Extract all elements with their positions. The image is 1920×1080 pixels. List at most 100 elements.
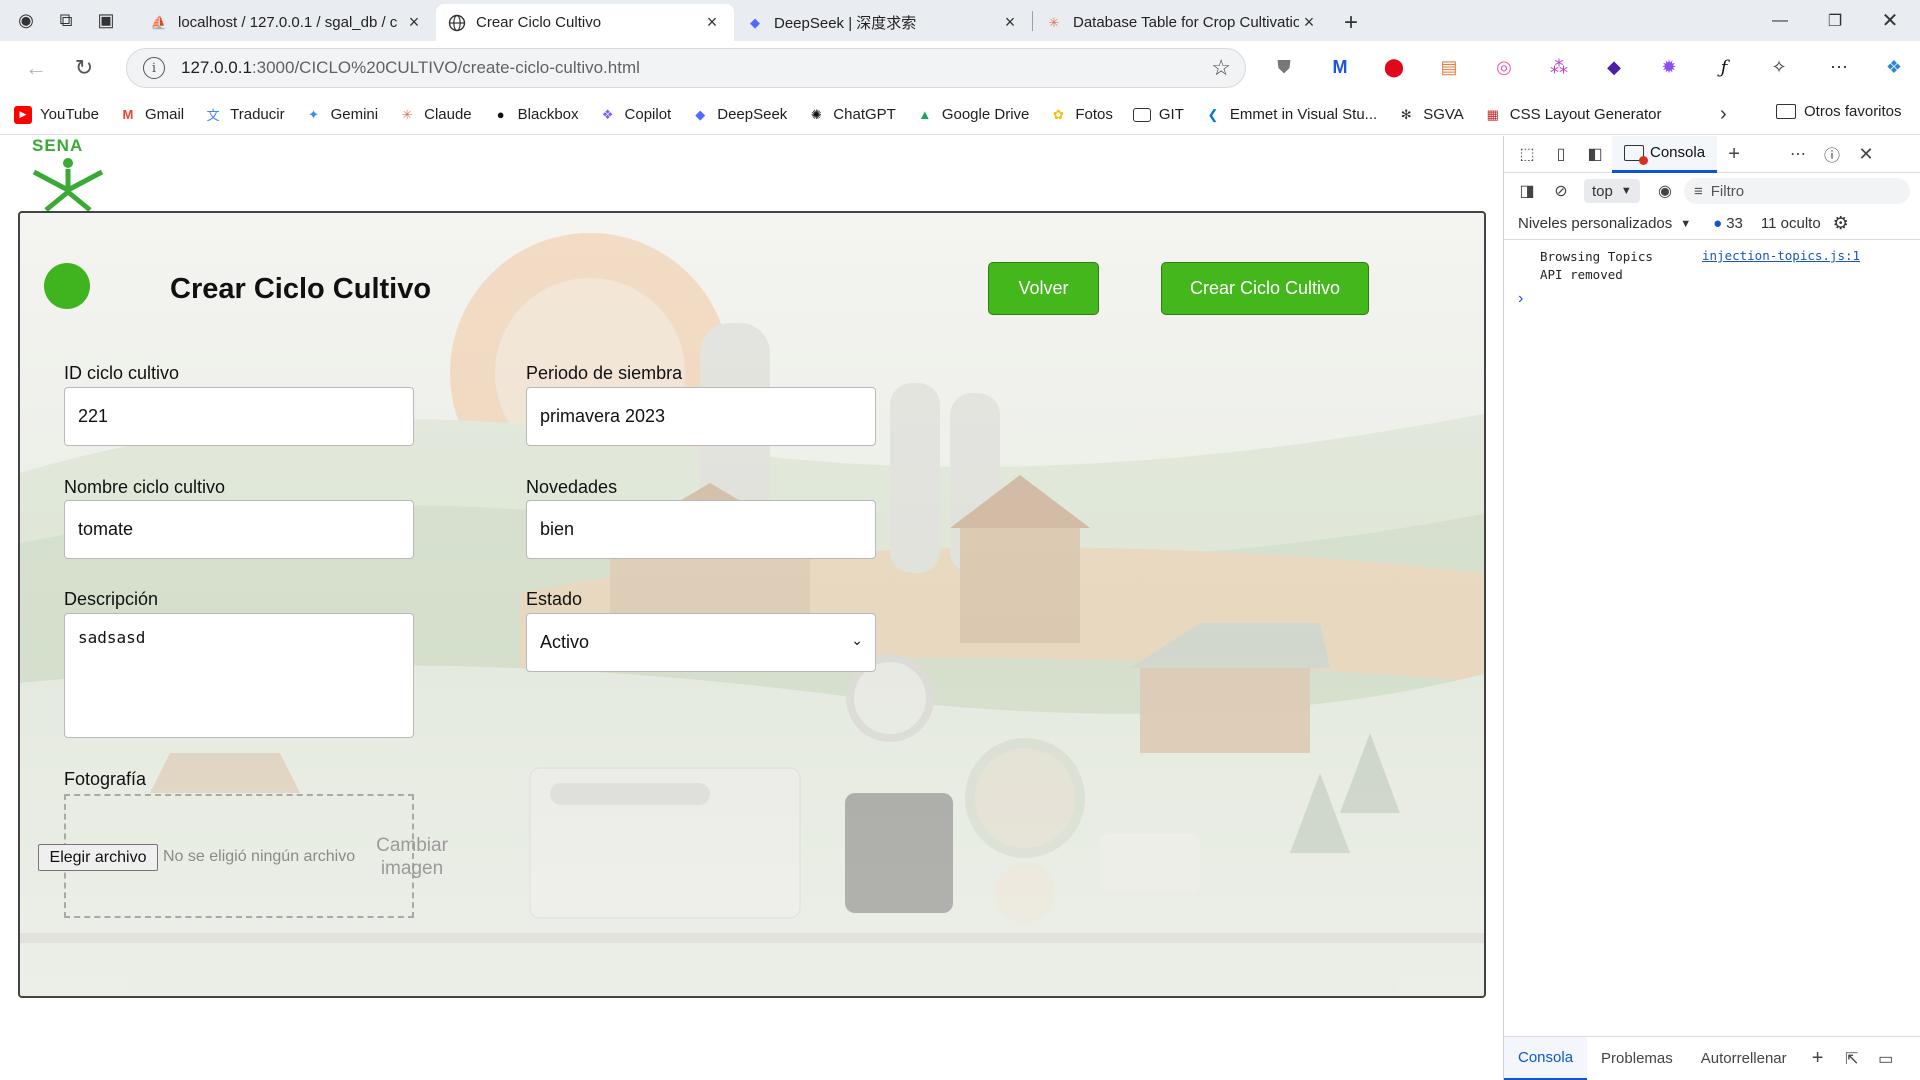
close-window-button[interactable]: ✕ [1860,0,1920,41]
bookmark-google-drive[interactable]: ▲ Google Drive [916,106,1029,124]
extensions-puzzle-icon[interactable]: ✧ [1765,53,1793,81]
bookmark-traducir[interactable]: 文 Traducir [204,106,285,124]
console-prompt-icon[interactable]: › [1518,290,1523,308]
help-icon[interactable]: ⓘ [1815,139,1849,169]
filter-input[interactable]: ≡ Filtro [1684,178,1910,204]
gear-extension-icon[interactable]: ✹ [1655,53,1683,81]
context-select[interactable]: top ▼ [1584,179,1640,203]
more-menu-icon[interactable]: ⋯ [1825,53,1853,81]
create-button[interactable]: Crear Ciclo Cultivo [1161,262,1369,315]
bookmark-copilot[interactable]: ❖ Copilot [599,106,672,124]
tab-title: Crear Ciclo Cultivo [476,14,602,31]
descripcion-textarea[interactable]: sadsasd [64,613,414,738]
device-emulation-icon[interactable]: ▯ [1544,139,1578,169]
filter-icon: ≡ [1694,182,1703,200]
close-icon[interactable]: ✕ [1849,139,1883,169]
periodo-input[interactable]: primavera 2023 [526,387,876,446]
dock-drawer-icon[interactable]: ⇱ [1835,1044,1869,1074]
workspaces-icon[interactable]: ⧉ [46,0,86,41]
minimize-button[interactable]: — [1750,0,1810,41]
clear-console-icon[interactable]: ⊘ [1544,176,1578,206]
meta-extension-icon[interactable]: M [1326,53,1354,81]
add-tool-icon[interactable]: + [1801,1044,1835,1074]
color-extension-icon[interactable]: ◎ [1490,53,1518,81]
bookmark-css-layout[interactable]: ▦ CSS Layout Generator [1484,106,1662,124]
bookmark-emmet[interactable]: ❮ Emmet in Visual Stu... [1204,106,1377,124]
copilot-icon[interactable]: ❖ [1880,53,1908,81]
bookmark-deepseek[interactable]: ◆ DeepSeek [691,106,787,124]
layers-extension-icon[interactable]: ◆ [1600,53,1628,81]
photos-icon: ✿ [1052,106,1064,122]
site-info-icon[interactable]: i [143,57,165,79]
live-expression-eye-icon[interactable]: ◉ [1648,176,1682,206]
profile-icon[interactable]: ◉ [6,0,46,41]
estado-selected-value: Activo [540,632,590,652]
bookmark-blackbox[interactable]: ● Blackbox [492,106,579,124]
vertical-tabs-icon[interactable]: ▣ [86,0,126,41]
message-count[interactable]: 33 [1726,215,1743,232]
back-button[interactable]: Volver [988,262,1099,315]
log-source-link[interactable]: injection-topics.js:1 [1702,248,1860,263]
bookmark-claude[interactable]: ✳ Claude [398,106,472,124]
back-arrow-icon[interactable]: ← [14,46,58,90]
new-tab-button[interactable]: + [1331,4,1371,41]
tab-crear-ciclo[interactable]: Crear Ciclo Cultivo × [436,4,734,41]
favorite-star-icon[interactable]: ☆ [1211,55,1231,81]
bookmark-label: ChatGPT [833,106,896,123]
close-tab-icon[interactable]: × [404,12,424,33]
close-tab-icon[interactable]: × [1000,12,1020,33]
change-image-text: Cambiar imagen [376,835,448,879]
more-options-icon[interactable]: ⋯ [1781,139,1815,169]
nombre-input[interactable]: tomate [64,500,414,559]
grid-icon: ▦ [1486,106,1499,122]
notes-extension-icon[interactable]: ▤ [1435,53,1463,81]
novedades-input[interactable]: bien [526,500,876,559]
choose-file-button[interactable]: Elegir archivo [38,844,158,871]
console-toolbar: ◨ ⊘ top ▼ ◉ ≡ Filtro [1504,174,1920,208]
collapse-drawer-icon[interactable]: ▭ [1869,1044,1903,1074]
tab-deepseek[interactable]: ◆ DeepSeek | 深度求索 × [734,4,1032,41]
bookmarks-bar: ▶ YouTube M Gmail 文 Traducir ✦ Gemini ✳ Claud… [0,95,1920,135]
reload-icon[interactable]: ↻ [62,46,106,90]
estado-select[interactable]: Activo ⌄ [526,613,876,672]
other-bookmarks[interactable]: Otros favoritos [1776,103,1902,120]
grid-extension-icon[interactable]: ⁂ [1545,53,1573,81]
tab-phpmyadmin[interactable]: ⛵ localhost / 127.0.0.1 / sgal_db / c × [138,4,436,41]
close-tab-icon[interactable]: × [702,12,722,33]
deepseek-icon: ◆ [750,14,760,30]
gear-icon[interactable]: ⚙ [1833,213,1849,234]
opera-extension-icon[interactable]: ⬤ [1380,53,1408,81]
tab-claude[interactable]: ✳ Database Table for Crop Cultivatio × [1033,4,1331,41]
add-tool-icon[interactable]: + [1717,139,1751,169]
descripcion-label: Descripción [64,589,159,609]
drawer-tab-problems[interactable]: Problemas [1587,1037,1687,1080]
id-input[interactable]: 221 [64,387,414,446]
inspect-element-icon[interactable]: ⬚ [1510,139,1544,169]
other-bookmarks-label: Otros favoritos [1804,103,1902,120]
url-field[interactable]: i 127.0.0.1:3000/CICLO%20CULTIVO/create-… [126,48,1246,88]
sena-logo: SENA [28,136,108,212]
restore-button[interactable]: ❐ [1805,0,1865,41]
drawer-tab-console[interactable]: Consola [1504,1036,1588,1080]
log-line: Browsing Topics [1540,249,1653,264]
bookmark-gmail[interactable]: M Gmail [119,106,185,124]
bookmark-git[interactable]: GIT [1132,106,1184,123]
levels-dropdown[interactable]: Niveles personalizados [1518,215,1672,232]
bookmark-sgva[interactable]: ✻ SGVA [1397,106,1464,124]
tab-console[interactable]: Consola [1612,135,1718,173]
chevron-right-icon[interactable]: › [1720,103,1727,126]
bookmark-fotos[interactable]: ✿ Fotos [1049,106,1113,124]
shield-icon[interactable]: ⛊ [1270,53,1298,81]
filter-placeholder: Filtro [1710,182,1745,200]
dock-side-icon[interactable]: ◧ [1578,139,1612,169]
devtools-panel: ⬚ ▯ ◧ Consola + ⋯ ⓘ ✕ ◨ ⊘ top ▼ ◉ ≡ Filt… [1503,135,1920,1080]
close-tab-icon[interactable]: × [1299,12,1319,33]
drawer-tab-autofill[interactable]: Autorrellenar [1687,1037,1801,1080]
form-content: Crear Ciclo Cultivo Volver Crear Ciclo C… [20,213,1484,996]
bookmark-chatgpt[interactable]: ✺ ChatGPT [807,106,896,124]
sidebar-toggle-icon[interactable]: ◨ [1510,176,1544,206]
font-extension-icon[interactable]: ƒ [1710,53,1738,81]
bookmark-gemini[interactable]: ✦ Gemini [305,106,378,124]
sena-figure-icon [32,158,104,212]
bookmark-youtube[interactable]: ▶ YouTube [14,105,99,124]
